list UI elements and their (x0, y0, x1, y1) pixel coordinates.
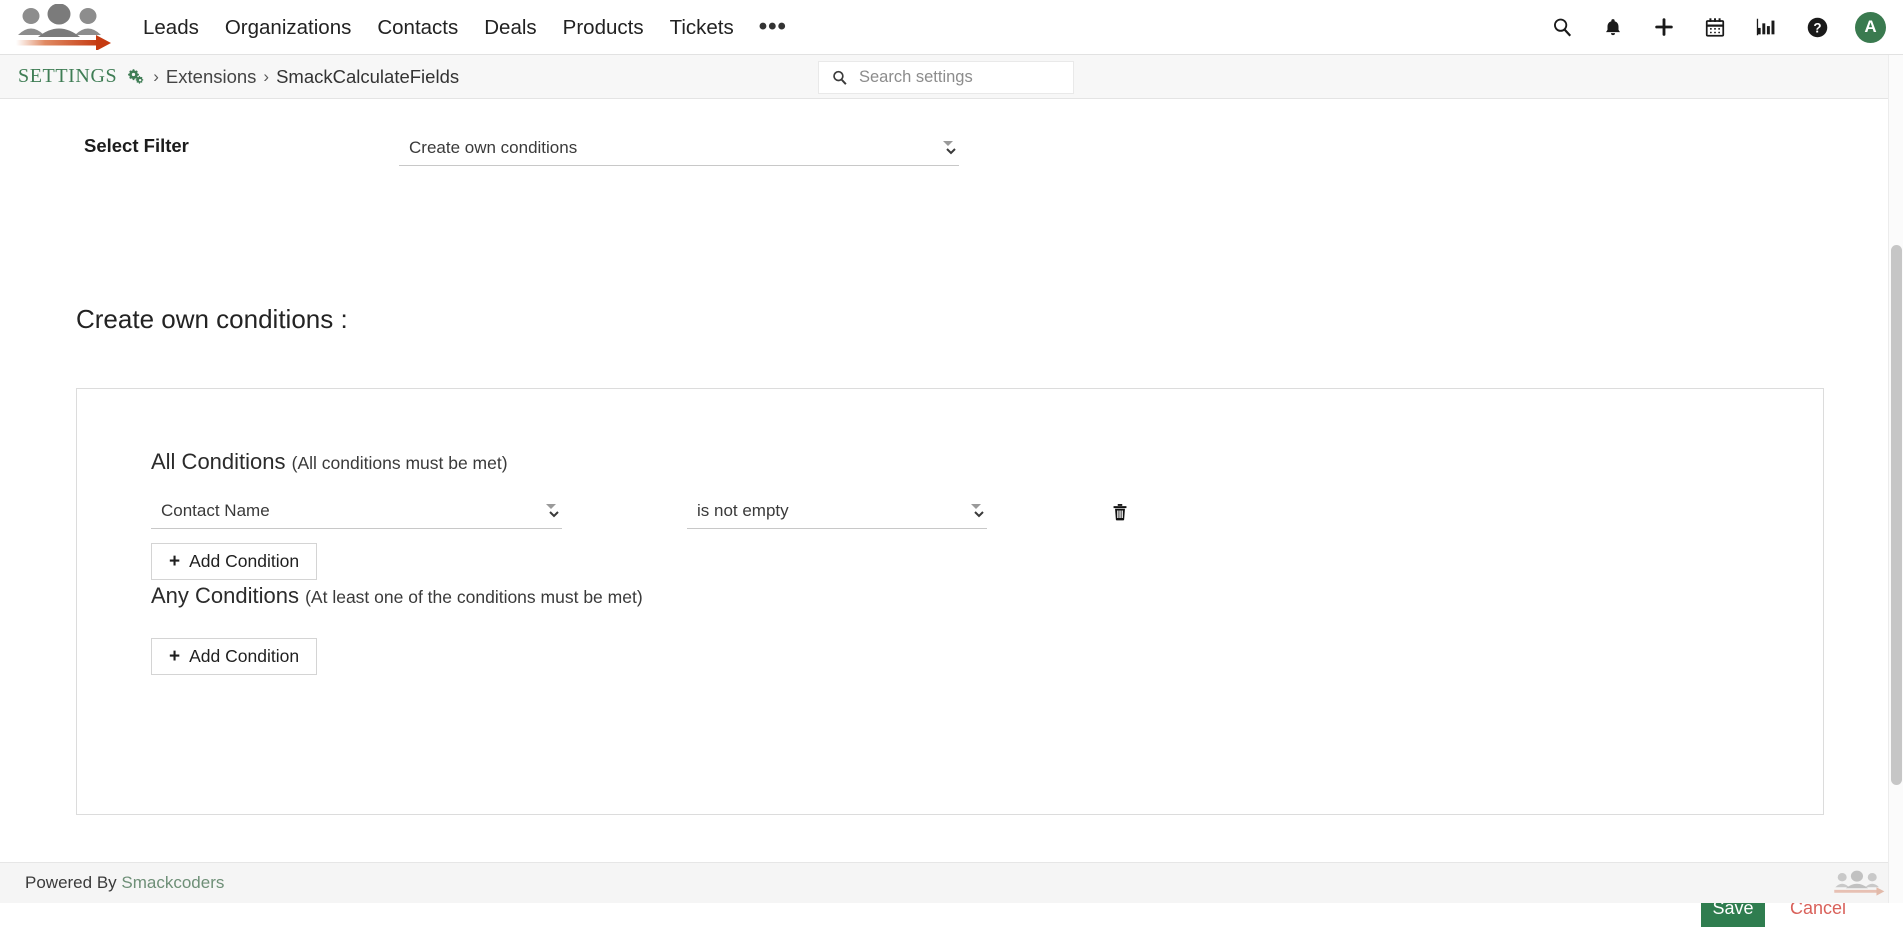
add-condition-label: Add Condition (189, 646, 299, 667)
primary-nav-links: Leads Organizations Contacts Deals Produ… (130, 0, 799, 55)
vtiger-people-logo-icon (1829, 865, 1887, 901)
all-conditions-title: All Conditions (151, 449, 286, 474)
all-conditions-heading: All Conditions (All conditions must be m… (151, 449, 508, 475)
app-logo[interactable] (6, 4, 116, 50)
bell-icon[interactable] (1598, 12, 1628, 42)
page-scrollbar-thumb[interactable] (1891, 245, 1902, 785)
footer-logo (1829, 865, 1887, 906)
powered-by-prefix: Powered By (25, 873, 121, 892)
any-conditions-heading: Any Conditions (At least one of the cond… (151, 583, 643, 609)
all-conditions-add-condition-button[interactable]: + Add Condition (151, 543, 317, 580)
settings-search-box[interactable] (818, 61, 1074, 94)
main-content: Select Filter Create own conditions Crea… (0, 99, 1890, 862)
search-settings-icon (831, 69, 848, 86)
conditions-card: All Conditions (All conditions must be m… (76, 388, 1824, 815)
user-avatar[interactable]: A (1855, 12, 1886, 43)
any-conditions-hint: (At least one of the conditions must be … (305, 587, 643, 607)
nav-deals[interactable]: Deals (471, 0, 549, 55)
condition-operator-select[interactable]: is not empty (687, 500, 987, 529)
add-condition-label: Add Condition (189, 551, 299, 572)
smackcoders-link[interactable]: Smackcoders (121, 873, 224, 892)
gears-icon[interactable] (127, 67, 146, 86)
nav-more-ellipsis-button[interactable]: ••• (747, 12, 799, 42)
help-question-icon[interactable]: ? (1802, 12, 1832, 42)
nav-contacts[interactable]: Contacts (364, 0, 471, 55)
any-conditions-title: Any Conditions (151, 583, 299, 608)
plus-icon: + (169, 552, 180, 571)
select-filter-label: Select Filter (84, 135, 189, 157)
plus-icon: + (169, 647, 180, 666)
page-title: Create own conditions : (76, 304, 348, 335)
search-settings-input[interactable] (857, 62, 1081, 93)
svg-text:?: ? (1813, 20, 1821, 35)
nav-organizations[interactable]: Organizations (212, 0, 364, 55)
plus-icon[interactable] (1649, 12, 1679, 42)
top-nav-icon-group: ? A (1547, 12, 1903, 43)
calendar-icon[interactable] (1700, 12, 1730, 42)
nav-products[interactable]: Products (550, 0, 657, 55)
trash-icon[interactable] (1107, 499, 1133, 525)
all-conditions-hint: (All conditions must be met) (292, 453, 508, 473)
settings-breadcrumb-bar: SETTINGS › Extensions › SmackCalculateFi… (0, 55, 1903, 99)
breadcrumb-separator-2: › (263, 67, 269, 87)
condition-field-select[interactable]: Contact Name (151, 500, 562, 529)
top-navigation-bar: Leads Organizations Contacts Deals Produ… (0, 0, 1903, 55)
analytics-bar-chart-icon[interactable] (1751, 12, 1781, 42)
breadcrumb-settings[interactable]: SETTINGS (18, 65, 117, 88)
page-footer: Powered By Smackcoders (0, 862, 1903, 903)
breadcrumb-smackcalculatefields: SmackCalculateFields (276, 66, 459, 88)
select-filter-row: Select Filter Create own conditions (0, 125, 1890, 165)
breadcrumb-extensions[interactable]: Extensions (166, 66, 257, 88)
any-conditions-add-condition-button[interactable]: + Add Condition (151, 638, 317, 675)
vtiger-people-logo-icon (6, 4, 116, 50)
search-icon[interactable] (1547, 12, 1577, 42)
nav-tickets[interactable]: Tickets (657, 0, 747, 55)
breadcrumb-separator-1: › (153, 67, 159, 87)
nav-leads[interactable]: Leads (130, 0, 212, 55)
select-filter-select[interactable]: Create own conditions (399, 137, 959, 166)
page-scrollbar[interactable] (1888, 55, 1903, 903)
powered-by-text: Powered By Smackcoders (25, 873, 224, 893)
